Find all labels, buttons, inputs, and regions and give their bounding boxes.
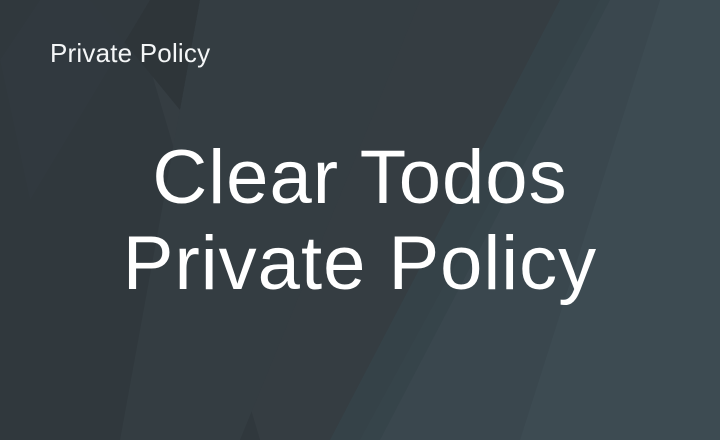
page-title-line-1: Clear Todos xyxy=(152,135,568,220)
hero-section: Private Policy Clear Todos Private Polic… xyxy=(0,0,720,440)
page-title: Clear Todos Private Policy xyxy=(0,135,720,307)
page-title-line-2: Private Policy xyxy=(122,221,598,306)
site-name-label[interactable]: Private Policy xyxy=(50,38,210,69)
